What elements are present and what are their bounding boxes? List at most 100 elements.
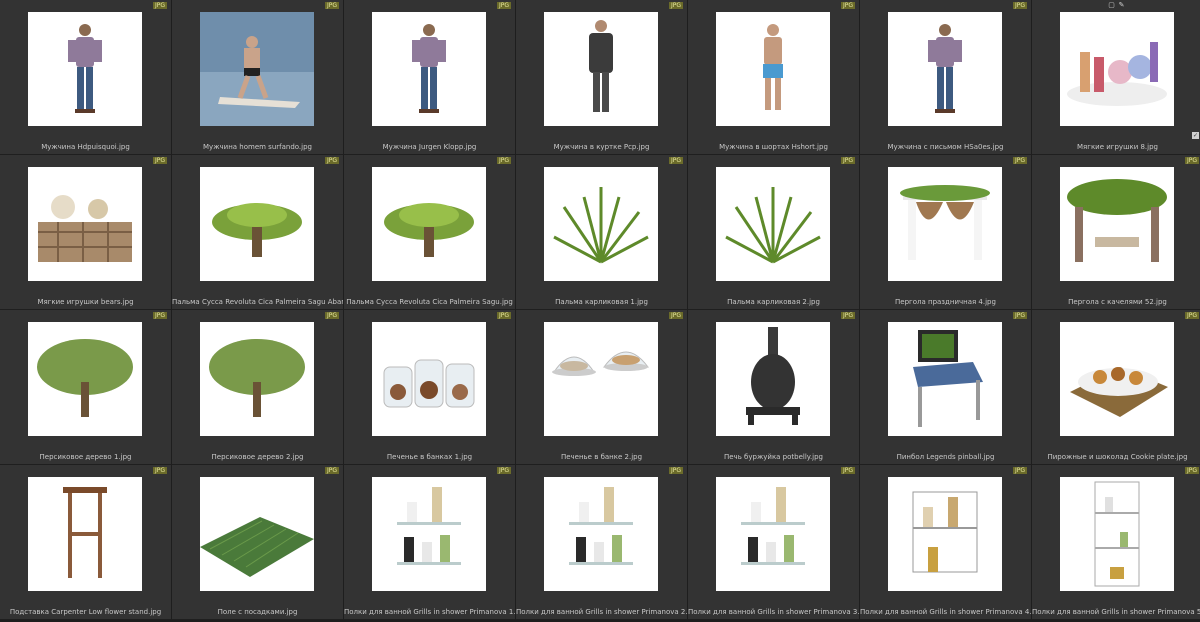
file-name-label: Персиковое дерево 2.jpg: [211, 453, 304, 461]
thumbnail-item[interactable]: JPG Пальма карликовая 1.jpg: [516, 155, 687, 310]
file-type-badge: JPG: [1012, 157, 1027, 164]
file-name-label: Пальма карликовая 2.jpg: [727, 298, 820, 306]
file-type-badge: JPG: [668, 312, 683, 319]
file-type-badge: JPG: [496, 2, 511, 9]
file-name-label: Подставка Carpenter Low flower stand.jpg: [9, 608, 162, 616]
thumbnail-image[interactable]: [888, 12, 1002, 126]
file-type-badge: JPG: [1012, 467, 1027, 474]
file-name-label: Печь буржуйка potbelly.jpg: [723, 453, 823, 461]
pencil-icon[interactable]: ✎: [1118, 2, 1125, 9]
checkbox-icon[interactable]: ▢: [1108, 2, 1115, 9]
thumbnail-item[interactable]: JPG Пирожные и шоколад Cookie plate.jpg: [1032, 310, 1200, 465]
thumbnail-image[interactable]: [544, 12, 658, 126]
file-type-badge: JPG: [668, 157, 683, 164]
file-type-badge: JPG: [152, 312, 167, 319]
file-type-badge: JPG: [840, 2, 855, 9]
thumbnail-image[interactable]: [544, 322, 658, 436]
thumbnail-image[interactable]: [28, 322, 142, 436]
file-name-label: Полки для ванной Grills in shower Priman…: [1032, 608, 1200, 616]
file-name-label: Мужчина с письмом HSa0es.jpg: [887, 143, 1004, 151]
thumbnail-image[interactable]: [716, 322, 830, 436]
thumbnail-image[interactable]: [28, 167, 142, 281]
file-type-badge: JPG: [668, 467, 683, 474]
file-type-badge: JPG: [1184, 467, 1199, 474]
thumbnail-item[interactable]: JPG Персиковое дерево 2.jpg: [172, 310, 343, 465]
checkmark-icon[interactable]: ✓: [1192, 132, 1199, 139]
thumbnail-item[interactable]: JPG Мягкие игрушки bears.jpg: [0, 155, 171, 310]
thumbnail-item[interactable]: JPG Полки для ванной Grills in shower Pri…: [516, 465, 687, 620]
file-type-badge: JPG: [152, 157, 167, 164]
thumbnail-grid: JPG Мужчина Hdpuisquoi.jpg JPG Мужчина home…: [0, 0, 1200, 622]
thumbnail-item[interactable]: JPG Полки для ванной Grills in shower Pri…: [688, 465, 859, 620]
file-name-label: Поле с посадками.jpg: [217, 608, 298, 616]
file-name-label: Печенье в банке 2.jpg: [560, 453, 643, 461]
thumbnail-image[interactable]: [28, 12, 142, 126]
thumbnail-image[interactable]: [372, 322, 486, 436]
thumbnail-item[interactable]: JPG Печь буржуйка potbelly.jpg: [688, 310, 859, 465]
thumbnail-image[interactable]: [200, 167, 314, 281]
thumbnail-item[interactable]: JPG Полки для ванной Grills in shower Pri…: [1032, 465, 1200, 620]
thumbnail-image[interactable]: [1060, 322, 1174, 436]
file-type-badge: JPG: [1184, 157, 1199, 164]
thumbnail-item[interactable]: JPG Пальма карликовая 2.jpg: [688, 155, 859, 310]
thumbnail-image[interactable]: [200, 477, 314, 591]
thumbnail-image[interactable]: [200, 322, 314, 436]
file-name-label: Мужчина Hdpuisquoi.jpg: [41, 143, 130, 151]
thumbnail-item[interactable]: JPG Пергола с качелями 52.jpg: [1032, 155, 1200, 310]
thumbnail-image[interactable]: [200, 12, 314, 126]
file-type-badge: JPG: [668, 2, 683, 9]
thumbnail-image[interactable]: [544, 167, 658, 281]
file-name-label: Мужчина Jurgen Klopp.jpg: [382, 143, 477, 151]
thumbnail-item[interactable]: JPG Печенье в банках 1.jpg: [344, 310, 515, 465]
thumbnail-image[interactable]: [372, 12, 486, 126]
thumbnail-item[interactable]: JPG Мужчина Jurgen Klopp.jpg: [344, 0, 515, 155]
thumbnail-item[interactable]: Мягкие игрушки 8.jpg ▢ ✎ ✓: [1032, 0, 1200, 155]
file-name-label: Пальма карликовая 1.jpg: [555, 298, 648, 306]
file-name-label: Полки для ванной Grills in shower Priman…: [516, 608, 687, 616]
thumbnail-item[interactable]: JPG Мужчина в куртке Pcp.jpg: [516, 0, 687, 155]
file-type-badge: JPG: [324, 312, 339, 319]
file-name-label: Персиковое дерево 1.jpg: [39, 453, 132, 461]
thumbnail-image[interactable]: [372, 477, 486, 591]
file-type-badge: JPG: [152, 2, 167, 9]
thumbnail-image[interactable]: [888, 167, 1002, 281]
file-type-badge: JPG: [152, 467, 167, 474]
thumbnail-item[interactable]: JPG Мужчина в шортах Hshort.jpg: [688, 0, 859, 155]
thumbnail-item[interactable]: JPG Печенье в банке 2.jpg: [516, 310, 687, 465]
file-name-label: Полки для ванной Grills in shower Priman…: [860, 608, 1031, 616]
file-type-badge: JPG: [840, 467, 855, 474]
thumbnail-image[interactable]: [1060, 167, 1174, 281]
file-type-badge: JPG: [496, 467, 511, 474]
file-name-label: Печенье в банках 1.jpg: [386, 453, 473, 461]
thumbnail-image[interactable]: [28, 477, 142, 591]
thumbnail-item[interactable]: JPG Полки для ванной Grills in shower Pri…: [860, 465, 1031, 620]
file-name-label: Пальма Cycca Revoluta Cica Palmeira Sagu…: [172, 298, 343, 306]
thumbnail-item[interactable]: JPG Персиковое дерево 1.jpg: [0, 310, 171, 465]
thumbnail-image[interactable]: [1060, 477, 1174, 591]
thumbnail-item[interactable]: JPG Пальма Cycca Revoluta Cica Palmeira S…: [172, 155, 343, 310]
thumbnail-item[interactable]: JPG Подставка Carpenter Low flower stand.…: [0, 465, 171, 620]
thumbnail-item[interactable]: JPG Мужчина с письмом HSa0es.jpg: [860, 0, 1031, 155]
thumbnail-item[interactable]: JPG Поле с посадками.jpg: [172, 465, 343, 620]
thumbnail-image[interactable]: [1060, 12, 1174, 126]
file-name-label: Мужчина homem surfando.jpg: [203, 143, 312, 151]
thumbnail-image[interactable]: [716, 167, 830, 281]
file-type-badge: JPG: [324, 467, 339, 474]
file-name-label: Полки для ванной Grills in shower Priman…: [344, 608, 515, 616]
thumbnail-item[interactable]: JPG Пергола праздничная 4.jpg: [860, 155, 1031, 310]
thumbnail-item[interactable]: JPG Пинбол Legends pinball.jpg: [860, 310, 1031, 465]
thumbnail-item[interactable]: JPG Мужчина homem surfando.jpg: [172, 0, 343, 155]
thumbnail-image[interactable]: [716, 12, 830, 126]
thumbnail-image[interactable]: [888, 322, 1002, 436]
thumbnail-image[interactable]: [888, 477, 1002, 591]
thumbnail-image[interactable]: [372, 167, 486, 281]
thumbnail-image[interactable]: [716, 477, 830, 591]
file-name-label: Мягкие игрушки bears.jpg: [37, 298, 134, 306]
thumbnail-item[interactable]: JPG Полки для ванной Grills in shower Pri…: [344, 465, 515, 620]
thumbnail-item[interactable]: JPG Мужчина Hdpuisquoi.jpg: [0, 0, 171, 155]
file-type-badge: JPG: [1012, 312, 1027, 319]
thumbnail-image[interactable]: [544, 477, 658, 591]
file-type-badge: JPG: [1012, 2, 1027, 9]
thumbnail-item[interactable]: JPG Пальма Cycca Revoluta Cica Palmeira S…: [344, 155, 515, 310]
file-type-badge: JPG: [496, 312, 511, 319]
